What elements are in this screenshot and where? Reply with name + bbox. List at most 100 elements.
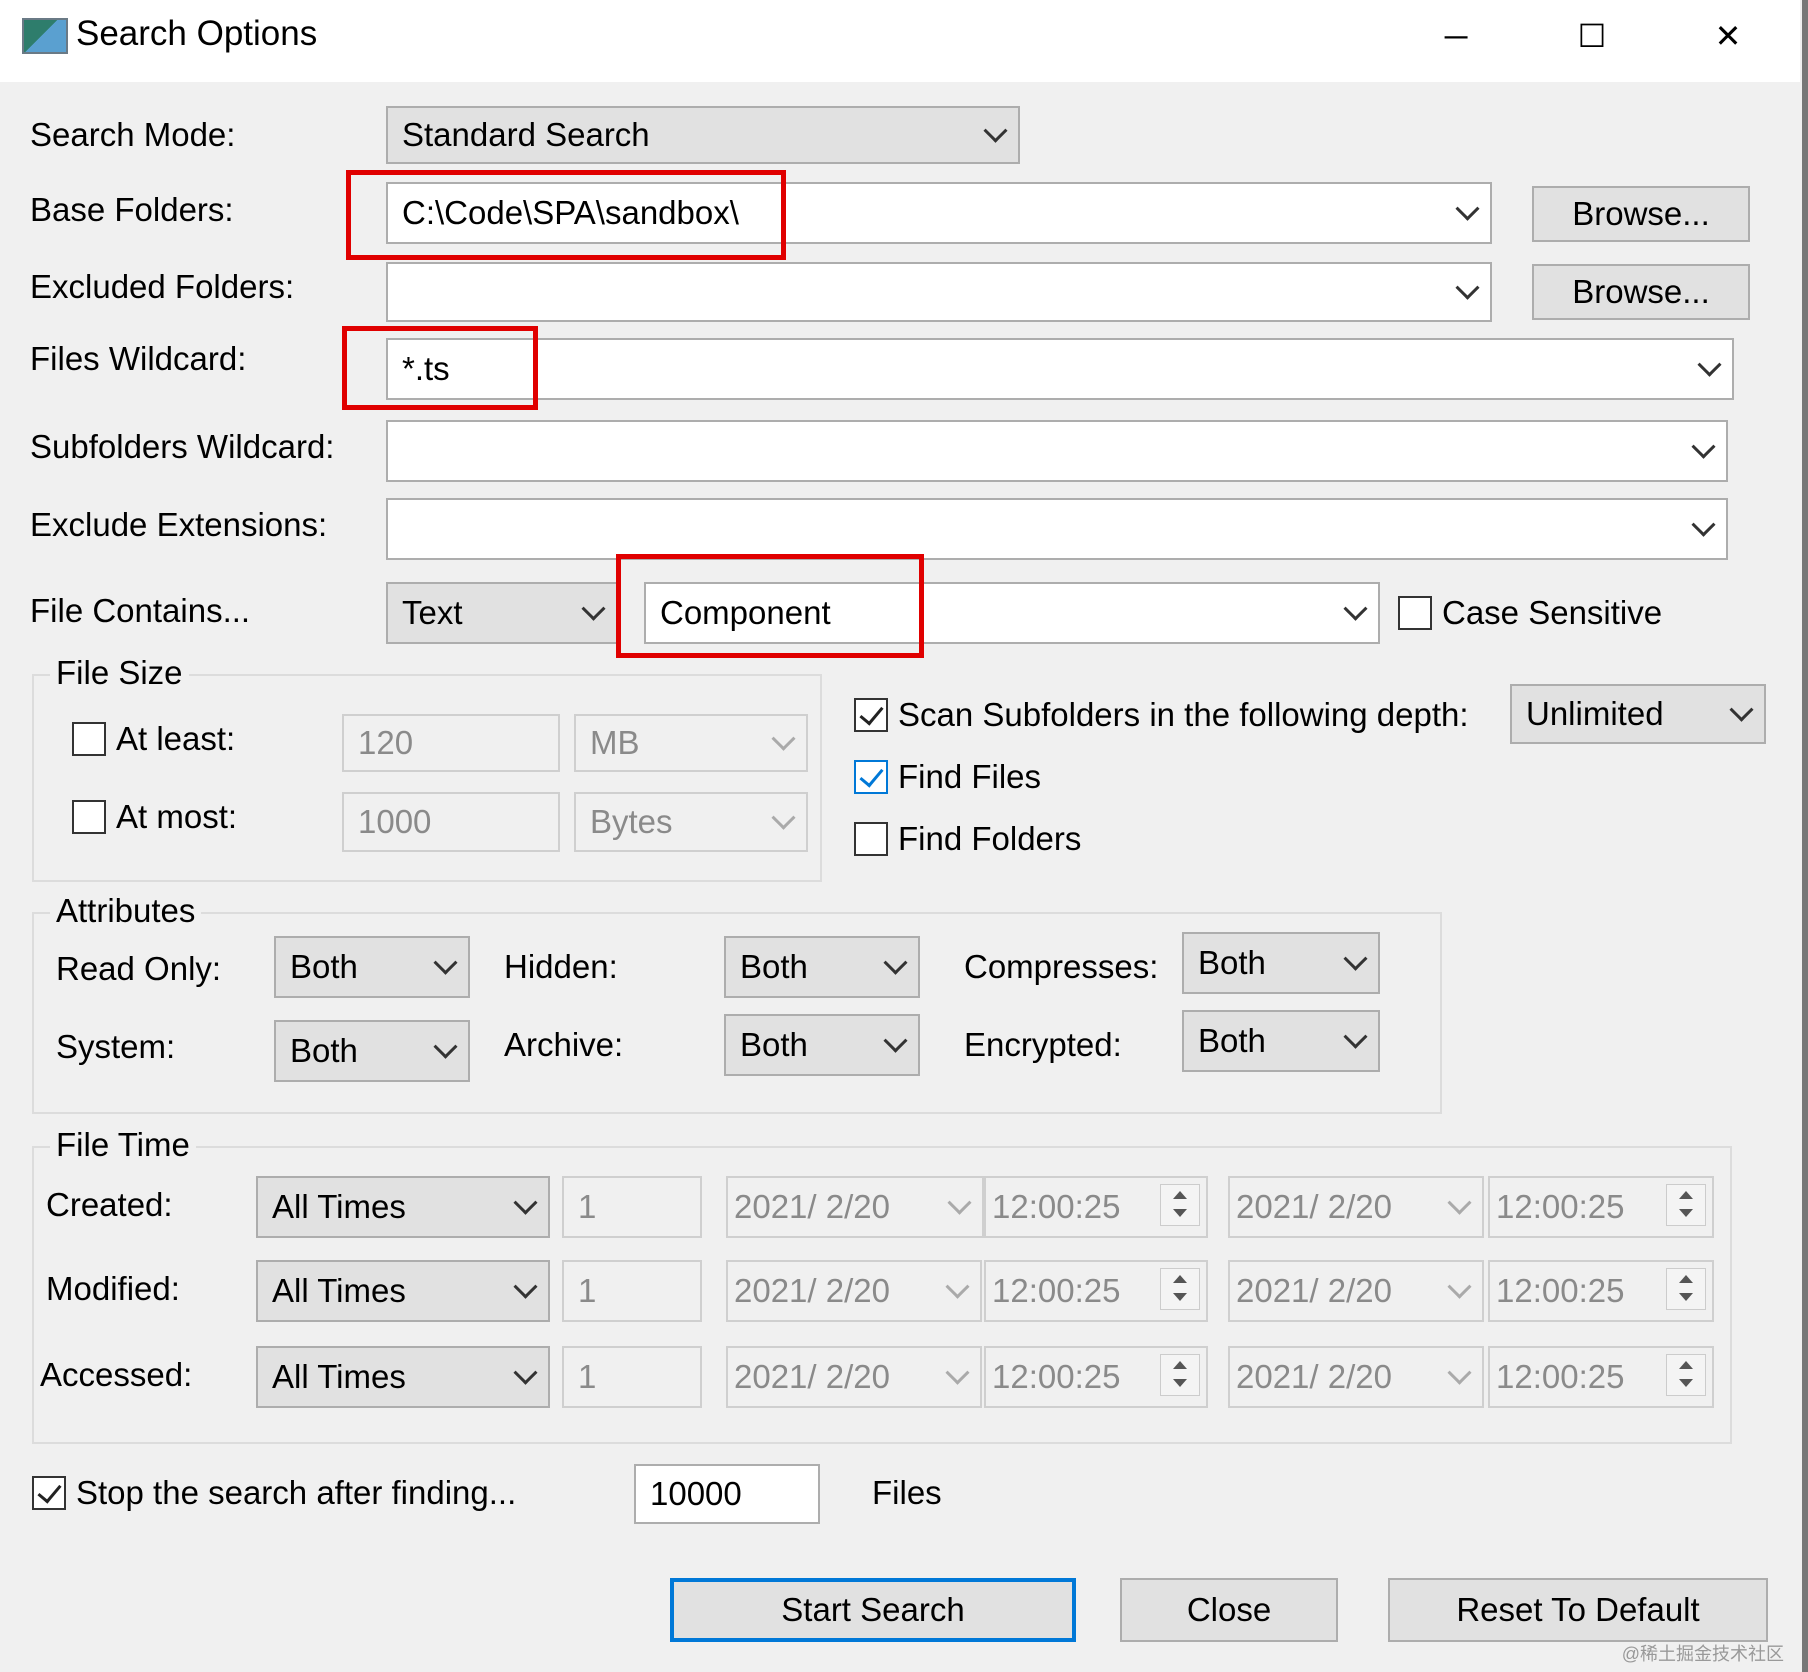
at-least-unit-select[interactable]: MB: [574, 714, 808, 772]
chevron-down-icon: [1447, 1190, 1472, 1215]
accessed-date-from[interactable]: 2021/ 2/20: [726, 1346, 982, 1408]
spinner-icon[interactable]: [1160, 1354, 1200, 1396]
scan-depth-select[interactable]: Unlimited: [1510, 684, 1766, 744]
scan-subfolders-checkbox[interactable]: [854, 698, 888, 732]
modified-date-from[interactable]: 2021/ 2/20: [726, 1260, 982, 1322]
created-time-to[interactable]: 12:00:25: [1488, 1176, 1714, 1238]
chevron-down-icon: [513, 1190, 538, 1215]
chevron-down-icon: [1447, 1274, 1472, 1299]
find-folders-checkbox[interactable]: [854, 822, 888, 856]
search-mode-label: Search Mode:: [30, 116, 236, 153]
at-most-unit-select[interactable]: Bytes: [574, 792, 808, 852]
case-sensitive-checkbox[interactable]: [1398, 596, 1432, 630]
chevron-down-icon: [771, 805, 796, 830]
spinner-icon[interactable]: [1160, 1184, 1200, 1226]
reset-default-button[interactable]: Reset To Default: [1388, 1578, 1768, 1642]
search-mode-select[interactable]: Standard Search: [386, 106, 1020, 164]
base-folders-label: Base Folders:: [30, 191, 234, 228]
chevron-down-icon: [1697, 352, 1722, 377]
excluded-folders-label: Excluded Folders:: [30, 268, 295, 305]
created-date-to[interactable]: 2021/ 2/20: [1228, 1176, 1484, 1238]
spinner-icon[interactable]: [1160, 1268, 1200, 1310]
files-wildcard-label: Files Wildcard:: [30, 340, 247, 377]
chevron-down-icon: [513, 1274, 538, 1299]
chevron-down-icon: [945, 1360, 970, 1385]
created-time-from[interactable]: 12:00:25: [984, 1176, 1208, 1238]
start-search-button[interactable]: Start Search: [670, 1578, 1076, 1642]
find-files-checkbox[interactable]: [854, 760, 888, 794]
created-date-from[interactable]: 2021/ 2/20: [726, 1176, 984, 1238]
spinner-icon[interactable]: [1666, 1354, 1706, 1396]
encrypted-select[interactable]: Both: [1182, 1010, 1380, 1072]
close-window-button[interactable]: ✕: [1668, 6, 1788, 66]
spinner-icon[interactable]: [1666, 1184, 1706, 1226]
window-title: Search Options: [76, 14, 318, 53]
chevron-down-icon: [1455, 275, 1480, 300]
system-label: System:: [56, 1028, 176, 1065]
chevron-down-icon: [1729, 697, 1754, 722]
chevron-down-icon: [883, 950, 908, 975]
modified-time-to[interactable]: 12:00:25: [1488, 1260, 1714, 1322]
modified-count-input[interactable]: 1: [562, 1260, 702, 1322]
accessed-count-input[interactable]: 1: [562, 1346, 702, 1408]
case-sensitive-label: Case Sensitive: [1442, 594, 1663, 631]
stop-search-checkbox[interactable]: [32, 1476, 66, 1510]
chevron-down-icon: [1691, 512, 1716, 537]
hidden-label: Hidden:: [504, 948, 618, 985]
subfolders-wildcard-combo[interactable]: [386, 420, 1728, 482]
right-edge: [1802, 0, 1808, 1672]
spinner-icon[interactable]: [1666, 1268, 1706, 1310]
created-mode-select[interactable]: All Times: [256, 1176, 550, 1238]
close-button[interactable]: Close: [1120, 1578, 1338, 1642]
accessed-time-from[interactable]: 12:00:25: [984, 1346, 1208, 1408]
at-least-label: At least:: [116, 720, 236, 757]
chevron-down-icon: [1691, 434, 1716, 459]
chevron-down-icon: [433, 950, 458, 975]
contains-type-select[interactable]: Text: [386, 582, 618, 644]
modified-time-from[interactable]: 12:00:25: [984, 1260, 1208, 1322]
find-files-label: Find Files: [898, 758, 1042, 795]
chevron-down-icon: [1447, 1360, 1472, 1385]
at-most-input[interactable]: 1000: [342, 792, 560, 852]
chevron-down-icon: [513, 1360, 538, 1385]
exclude-extensions-combo[interactable]: [386, 498, 1728, 560]
excluded-folders-combo[interactable]: [386, 262, 1492, 322]
highlight-box: [346, 170, 786, 260]
stop-search-label: Stop the search after finding...: [76, 1474, 517, 1511]
hidden-select[interactable]: Both: [724, 936, 920, 998]
browse-excluded-folders-button[interactable]: Browse...: [1532, 264, 1750, 320]
accessed-time-to[interactable]: 12:00:25: [1488, 1346, 1714, 1408]
created-count-input[interactable]: 1: [562, 1176, 702, 1238]
accessed-mode-select[interactable]: All Times: [256, 1346, 550, 1408]
search-options-window: Search Options ─ ☐ ✕ Search Mode: Standa…: [0, 0, 1808, 1672]
encrypted-label: Encrypted:: [964, 1026, 1122, 1063]
at-least-checkbox[interactable]: [72, 722, 106, 756]
chevron-down-icon: [883, 1028, 908, 1053]
file-time-title: File Time: [50, 1126, 196, 1164]
stop-count-input[interactable]: 10000: [634, 1464, 820, 1524]
file-contains-label: File Contains...: [30, 592, 251, 629]
compresses-select[interactable]: Both: [1182, 932, 1380, 994]
chevron-down-icon: [1455, 196, 1480, 221]
app-icon: [22, 18, 68, 54]
files-wildcard-combo[interactable]: *.ts: [386, 338, 1734, 400]
maximize-button[interactable]: ☐: [1532, 6, 1652, 66]
modified-date-to[interactable]: 2021/ 2/20: [1228, 1260, 1484, 1322]
chevron-down-icon: [771, 726, 796, 751]
title-bar: Search Options ─ ☐ ✕: [0, 0, 1800, 82]
subfolders-wildcard-label: Subfolders Wildcard:: [30, 428, 335, 465]
chevron-down-icon: [945, 1274, 970, 1299]
browse-base-folders-button[interactable]: Browse...: [1532, 186, 1750, 242]
archive-select[interactable]: Both: [724, 1014, 920, 1076]
minimize-button[interactable]: ─: [1396, 6, 1516, 66]
system-select[interactable]: Both: [274, 1020, 470, 1082]
accessed-date-to[interactable]: 2021/ 2/20: [1228, 1346, 1484, 1408]
at-most-checkbox[interactable]: [72, 800, 106, 834]
chevron-down-icon: [1343, 596, 1368, 621]
scan-subfolders-label: Scan Subfolders in the following depth:: [898, 696, 1469, 733]
modified-mode-select[interactable]: All Times: [256, 1260, 550, 1322]
created-label: Created:: [46, 1186, 173, 1223]
read-only-select[interactable]: Both: [274, 936, 470, 998]
compresses-label: Compresses:: [964, 948, 1159, 985]
at-least-input[interactable]: 120: [342, 714, 560, 772]
